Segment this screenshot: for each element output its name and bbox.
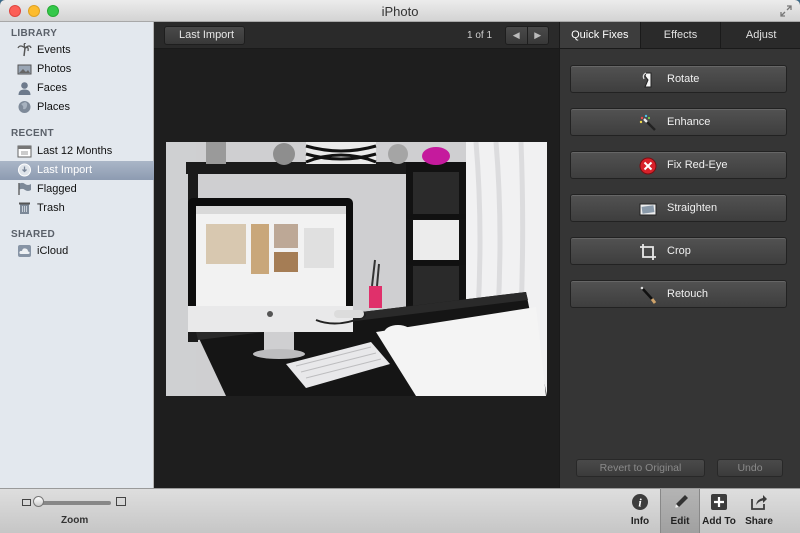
sidebar-header-shared: SHARED <box>11 229 56 240</box>
trash-icon <box>17 201 32 215</box>
retouch-brush-icon <box>639 286 657 304</box>
sidebar-item-events[interactable]: Events <box>0 41 154 60</box>
sidebar-item-icloud[interactable]: iCloud <box>0 242 154 261</box>
fix-red-eye-label: Fix Red-Eye <box>667 159 728 171</box>
sidebar-item-photos[interactable]: Photos <box>0 60 154 79</box>
info-icon: i <box>631 493 649 511</box>
straighten-icon <box>639 200 657 218</box>
calendar-icon <box>17 144 32 158</box>
crop-icon <box>639 243 657 261</box>
sidebar-item-label: Faces <box>37 82 67 94</box>
zoom-slider-knob[interactable] <box>33 496 44 507</box>
tab-effects[interactable]: Effects <box>641 22 722 48</box>
magic-wand-icon <box>639 114 657 132</box>
face-icon <box>17 81 32 95</box>
zoom-in-icon[interactable] <box>116 497 126 506</box>
share-button[interactable]: Share <box>739 489 779 533</box>
retouch-button[interactable]: Retouch <box>570 280 787 308</box>
sidebar-item-label: Events <box>37 44 71 56</box>
enhance-label: Enhance <box>667 116 711 128</box>
crop-button[interactable]: Crop <box>570 237 787 265</box>
fullscreen-icon[interactable] <box>780 5 792 17</box>
crop-label: Crop <box>667 245 691 257</box>
import-clock-icon <box>17 163 32 177</box>
rotate-button[interactable]: Rotate <box>570 65 787 93</box>
edit-panel: Quick Fixes Effects Adjust Rotate Enhanc… <box>559 22 800 488</box>
photo-nav-arrows: ◀ ▶ <box>505 26 549 45</box>
sidebar-item-label: Last 12 Months <box>37 145 113 157</box>
share-icon <box>750 493 768 511</box>
info-button[interactable]: i Info <box>620 489 660 533</box>
sidebar-item-trash[interactable]: Trash <box>0 199 154 218</box>
sidebar-item-flagged[interactable]: Flagged <box>0 180 154 199</box>
back-to-last-import-button[interactable]: Last Import <box>164 26 246 45</box>
sidebar-item-places[interactable]: Places <box>0 98 154 117</box>
tab-adjust[interactable]: Adjust <box>721 22 800 48</box>
zoom-slider[interactable] <box>35 501 111 505</box>
sidebar-header-recent: RECENT <box>11 128 54 139</box>
next-photo-button[interactable]: ▶ <box>527 26 549 45</box>
flag-icon <box>17 182 32 196</box>
sidebar-item-label: Photos <box>37 63 72 75</box>
undo-button[interactable]: Undo <box>717 459 783 477</box>
rotate-label: Rotate <box>667 73 700 85</box>
photo[interactable] <box>166 142 547 396</box>
iphoto-window: iPhoto LIBRARY Events Photos Faces Place… <box>0 0 800 533</box>
red-eye-icon <box>639 157 657 175</box>
bottom-toolbar: Zoom i Info Edit Add To Share <box>0 488 800 533</box>
enhance-button[interactable]: Enhance <box>570 108 787 136</box>
tab-quick-fixes[interactable]: Quick Fixes <box>560 22 641 48</box>
sidebar-header-library: LIBRARY <box>11 28 58 39</box>
sidebar-item-label: Trash <box>37 202 65 214</box>
photo-viewer <box>154 49 559 488</box>
window-title: iPhoto <box>381 4 419 19</box>
edit-tabs: Quick Fixes Effects Adjust <box>560 22 800 49</box>
rotate-icon <box>639 71 657 89</box>
sidebar-item-label: Flagged <box>37 183 77 195</box>
icloud-icon <box>17 244 32 258</box>
share-label: Share <box>745 516 773 527</box>
photo-counter: 1 of 1 <box>467 30 493 41</box>
palm-tree-icon <box>17 42 32 57</box>
photos-icon <box>17 62 32 76</box>
sidebar: LIBRARY Events Photos Faces Places RECEN… <box>0 22 154 488</box>
sidebar-item-label: Places <box>37 101 71 113</box>
globe-icon <box>17 100 32 114</box>
previous-photo-button[interactable]: ◀ <box>505 26 528 45</box>
straighten-button[interactable]: Straighten <box>570 194 787 222</box>
pencil-icon <box>672 493 690 511</box>
sidebar-item-label: iCloud <box>37 245 69 257</box>
revert-to-original-button[interactable]: Revert to Original <box>576 459 705 477</box>
sidebar-item-label: Last Import <box>37 164 93 176</box>
plus-icon <box>710 493 728 511</box>
title-bar: iPhoto <box>0 0 800 22</box>
zoom-label: Zoom <box>61 515 89 526</box>
straighten-label: Straighten <box>667 202 718 214</box>
retouch-label: Retouch <box>667 288 708 300</box>
sidebar-item-last-import[interactable]: Last Import <box>0 161 154 180</box>
viewer-toolbar: Last Import 1 of 1 ◀ ▶ <box>154 22 559 49</box>
zoom-out-icon[interactable] <box>22 499 31 506</box>
sidebar-item-faces[interactable]: Faces <box>0 79 154 98</box>
fix-red-eye-button[interactable]: Fix Red-Eye <box>570 151 787 179</box>
sidebar-item-last-12-months[interactable]: Last 12 Months <box>0 142 154 161</box>
